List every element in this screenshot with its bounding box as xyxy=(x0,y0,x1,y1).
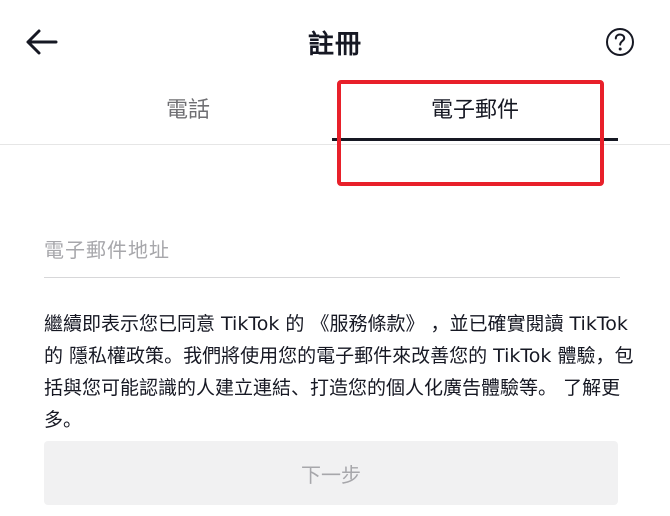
tab-phone[interactable]: 電話 xyxy=(58,82,318,144)
active-tab-indicator xyxy=(332,138,618,141)
terms-text-end: 。 xyxy=(63,409,83,431)
tab-email[interactable]: 電子郵件 xyxy=(332,82,618,144)
terms-text-part1: 繼續即表示您已同意 TikTok 的 xyxy=(44,313,311,335)
page-title: 註冊 xyxy=(307,30,362,60)
top-bar: 註冊 xyxy=(0,0,670,82)
terms-of-service-link[interactable]: 《服務條款》 xyxy=(310,313,424,335)
terms-text: 繼續即表示您已同意 TikTok 的 《服務條款》 ，並已確實閱讀 TikTok… xyxy=(44,308,634,436)
next-button[interactable]: 下一步 xyxy=(44,441,618,505)
help-button[interactable] xyxy=(604,26,636,58)
privacy-policy-link[interactable]: 隱私權政策 xyxy=(69,345,164,367)
question-circle-icon xyxy=(606,28,634,56)
signup-method-tabs: 電話 電子郵件 xyxy=(0,82,670,145)
email-input[interactable] xyxy=(44,222,620,278)
